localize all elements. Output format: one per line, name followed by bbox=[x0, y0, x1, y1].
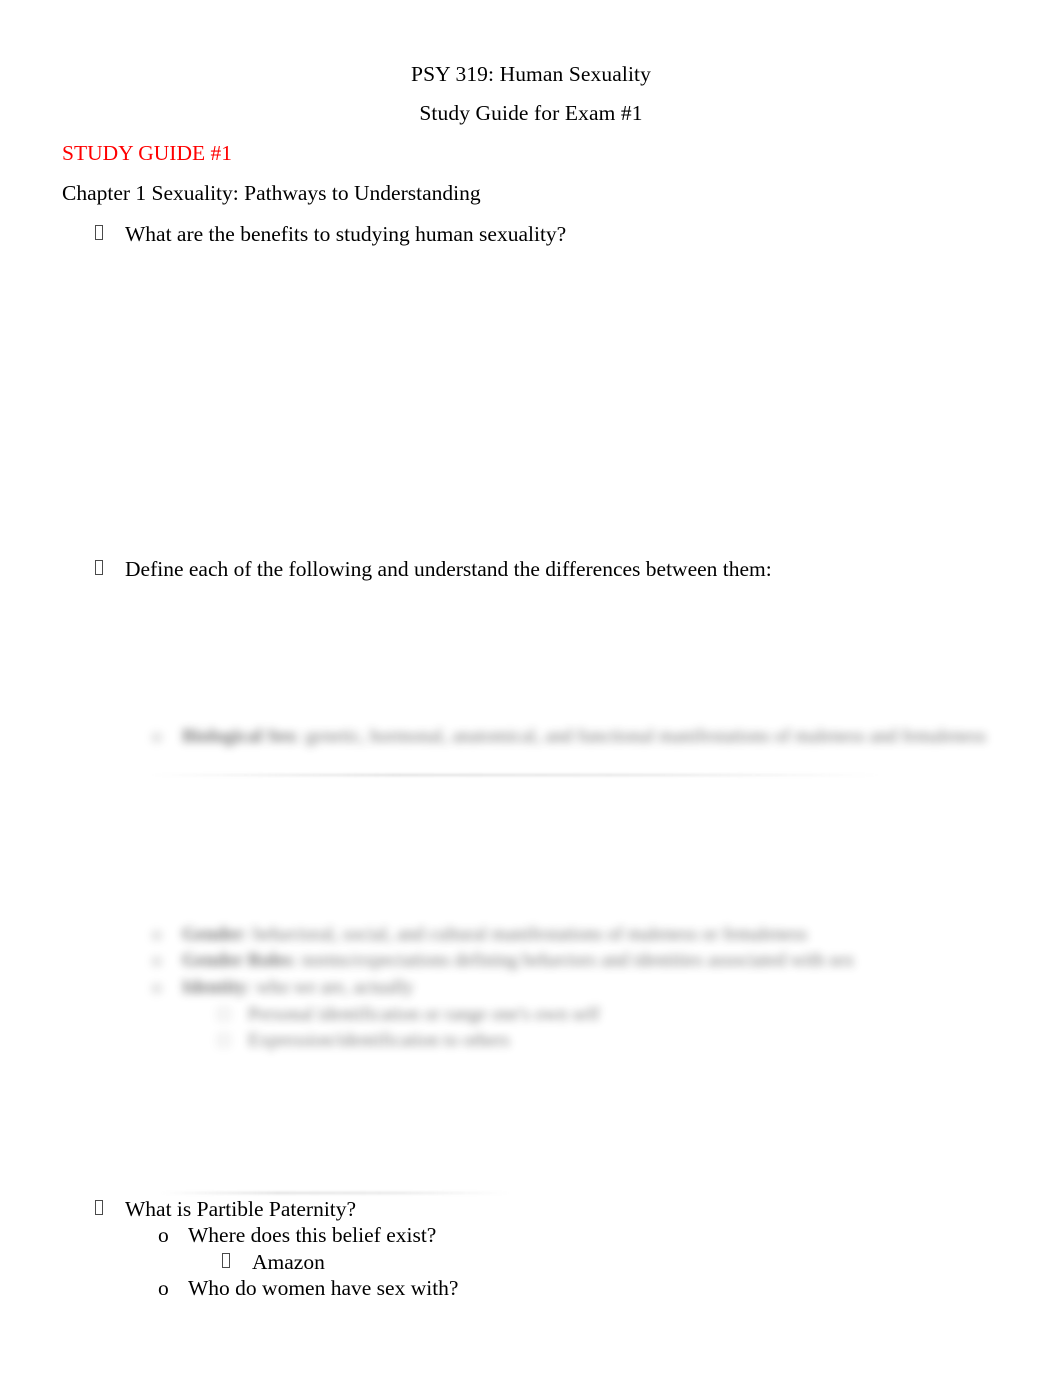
redacted-text-block-c-2: □ Expression/identification to others bbox=[218, 1027, 510, 1055]
document-page: PSY 319: Human Sexuality Study Guide for… bbox=[0, 0, 1062, 1377]
redacted-bold-lead: Identity bbox=[182, 977, 247, 998]
level2-bullet-icon: o bbox=[158, 1276, 169, 1300]
redacted-text-block-b-2: o Gender Roles: norms/expectations defini… bbox=[152, 947, 854, 975]
level2-bullet-icon: o bbox=[152, 977, 162, 998]
scan-smudge-line bbox=[160, 1192, 510, 1194]
list-item-label: Define each of the following and underst… bbox=[125, 557, 772, 581]
redacted-text-block-a: o Biological Sex: genetic, hormonal, anat… bbox=[152, 723, 986, 751]
scan-smudge-line bbox=[150, 774, 880, 776]
list-item-label: What is Partible Paternity? bbox=[125, 1197, 357, 1221]
redacted-bold-lead: Biological Sex bbox=[182, 726, 296, 747]
redacted-bold-lead: Gender Roles bbox=[182, 950, 292, 971]
level2-bullet-icon: o bbox=[152, 726, 162, 747]
list-item-label: Amazon bbox=[252, 1250, 325, 1274]
redacted-body: : norms/expectations defining behaviors … bbox=[291, 950, 855, 971]
list-item-benefits: What are the benefits to studying human … bbox=[95, 221, 566, 248]
redacted-body: : behavioral, social, and cultural manif… bbox=[243, 924, 808, 945]
level1-bullet-icon bbox=[95, 1196, 125, 1223]
list-item-partible-paternity: What is Partible Paternity? bbox=[95, 1196, 356, 1223]
level1-bullet-icon bbox=[95, 556, 125, 583]
redacted-text-block-c-1: □ Personal identification or range one's … bbox=[218, 1001, 600, 1029]
chapter-heading: Chapter 1 Sexuality: Pathways to Underst… bbox=[62, 181, 481, 205]
redacted-body: Personal identification or range one's o… bbox=[248, 1004, 600, 1025]
redacted-text-block-b-1: o Gender: behavioral, social, and cultura… bbox=[152, 921, 807, 949]
redacted-text-block-b-3: o Identity: who we are, actually bbox=[152, 974, 414, 1002]
list-item-label: Who do women have sex with? bbox=[188, 1276, 459, 1300]
level1-bullet-icon bbox=[95, 221, 125, 248]
list-item-where-belief-exists: o Where does this belief exist? bbox=[158, 1222, 436, 1249]
list-item-define: Define each of the following and underst… bbox=[95, 556, 772, 583]
level2-bullet-icon: o bbox=[152, 924, 162, 945]
level2-bullet-icon: o bbox=[152, 950, 162, 971]
list-item-who-women-have-sex-with: o Who do women have sex with? bbox=[158, 1275, 458, 1302]
document-title-line-2: Study Guide for Exam #1 bbox=[419, 101, 643, 125]
document-title-line-1: PSY 319: Human Sexuality bbox=[411, 62, 651, 86]
list-item-label: Where does this belief exist? bbox=[188, 1223, 437, 1247]
study-guide-heading: STUDY GUIDE #1 bbox=[62, 141, 232, 165]
redacted-bold-lead: Gender bbox=[182, 924, 244, 945]
level2-bullet-icon: o bbox=[158, 1223, 169, 1247]
level3-bullet-icon bbox=[222, 1249, 252, 1276]
redacted-body: : who we are, actually bbox=[246, 977, 414, 998]
redacted-body: : genetic, hormonal, anatomical, and fun… bbox=[295, 726, 987, 747]
list-item-amazon: Amazon bbox=[222, 1249, 325, 1276]
list-item-label: What are the benefits to studying human … bbox=[125, 222, 567, 246]
level3-bullet-icon: □ bbox=[218, 1030, 230, 1051]
redacted-body: Expression/identification to others bbox=[248, 1030, 510, 1051]
level3-bullet-icon: □ bbox=[218, 1004, 230, 1025]
